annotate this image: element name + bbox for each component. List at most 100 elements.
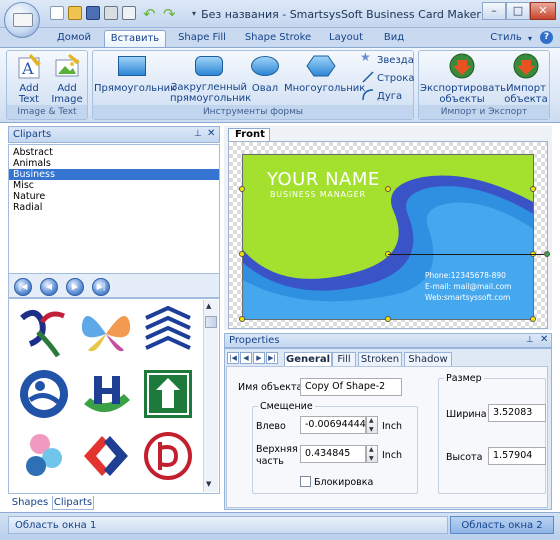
tab-insert[interactable]: Вставить [104,30,166,48]
style-dropdown-icon[interactable]: ▾ [528,34,532,43]
scroll-thumb[interactable] [205,316,217,328]
pin-icon[interactable]: ⊥ [526,335,534,345]
width-field[interactable]: 3.52083 [488,404,546,422]
tab-cliparts[interactable]: Cliparts [52,496,94,510]
tab-layout[interactable]: Layout [322,30,370,48]
lock-checkbox[interactable] [300,476,311,487]
tab-next-icon[interactable]: ▶ [253,352,265,364]
tab-home[interactable]: Домой [50,30,98,48]
export-objects-button[interactable]: Экспортировать объекты [420,52,506,106]
top-spinner[interactable] [366,445,378,463]
line-button[interactable]: Строка [360,71,414,85]
maximize-button[interactable]: □ [506,2,530,20]
previous-page-icon[interactable]: ◀ [40,278,58,296]
style-menu[interactable]: Стиль [486,30,526,48]
selection-handle[interactable] [239,186,245,192]
list-item[interactable]: Radial [9,202,219,213]
clipart-item[interactable] [78,366,134,422]
selection-handle[interactable] [385,316,391,322]
selection-handle[interactable] [239,316,245,322]
list-item[interactable]: Misc [9,180,219,191]
line-icon [362,71,374,83]
height-field[interactable]: 1.57904 [488,447,546,465]
scroll-down-icon[interactable]: ▼ [206,480,216,490]
tab-first-icon[interactable]: |◀ [227,352,239,364]
rectangle-button[interactable]: Прямоугольник [94,52,177,106]
cliparts-panel-header: Cliparts [8,126,220,143]
tab-front[interactable]: Front [228,128,270,141]
selection-handle[interactable] [530,316,536,322]
tab-view[interactable]: Вид [376,30,412,48]
open-folder-icon[interactable] [68,6,82,20]
panel-close-icon[interactable]: ✕ [207,128,215,139]
pin-icon[interactable]: ⊥ [194,129,202,139]
left-spinner[interactable] [366,416,378,434]
first-page-icon[interactable]: |◀ [14,278,32,296]
add-image-button[interactable]: Add Image [48,52,86,106]
import-object-button[interactable]: Импорт объекта [504,52,548,106]
star-button[interactable]: ★ Звезда [360,51,414,67]
print-preview-icon[interactable] [122,6,136,20]
tab-shapes[interactable]: Shapes [10,496,50,510]
clipart-item[interactable] [78,428,134,484]
scroll-up-icon[interactable]: ▲ [206,302,216,312]
card-web-text[interactable]: Web:smartsyssoft.com [425,293,510,302]
clipart-item[interactable] [140,428,196,484]
status-pane-1[interactable]: Область окна 1 [8,516,448,534]
help-icon[interactable]: ? [540,31,553,44]
rectangle-label: Прямоугольник [94,83,177,94]
status-pane-2[interactable]: Область окна 2 [450,516,554,534]
object-name-field[interactable]: Copy Of Shape-2 [300,378,402,396]
list-item[interactable]: Abstract [9,147,219,158]
next-page-icon[interactable]: ▶ [66,278,84,296]
new-file-icon[interactable] [50,6,64,20]
redo-icon[interactable]: ↷ [163,5,176,23]
card-phone-text[interactable]: Phone:12345678-890 [425,271,506,280]
tab-shape-fill[interactable]: Shape Fill [172,30,232,48]
tab-general[interactable]: General [284,352,332,366]
undo-icon[interactable]: ↶ [143,5,156,23]
save-icon[interactable] [86,6,100,20]
close-button[interactable]: ✕ [530,2,556,20]
top-unit: Inch [382,450,403,461]
clipart-item[interactable] [78,304,134,360]
panel-close-icon[interactable]: ✕ [540,334,548,345]
list-item[interactable]: Nature [9,191,219,202]
gallery-scrollbar[interactable]: ▲ ▼ [203,300,218,492]
top-field[interactable]: 0.434845 [300,445,366,463]
oval-button[interactable]: Овал [248,52,282,106]
selection-handle[interactable] [530,186,536,192]
last-page-icon[interactable]: ▶| [92,278,110,296]
rounded-rectangle-button[interactable]: Закругленный прямоугольник [170,52,251,106]
rotation-handle[interactable] [544,251,550,257]
business-card[interactable]: YOUR NAME BUSINESS MANAGER Phone:1234567… [242,154,534,320]
clipart-item[interactable] [140,366,196,422]
minimize-button[interactable]: – [482,2,506,20]
tab-last-icon[interactable]: ▶| [266,352,278,364]
polygon-icon [306,55,336,77]
svg-text:A: A [21,59,34,78]
application-menu-button[interactable] [4,2,40,38]
print-icon[interactable] [104,6,118,20]
add-text-button[interactable]: A Add Text [10,52,48,106]
clipart-item[interactable] [16,304,72,360]
tab-fill[interactable]: Fill [332,352,356,366]
selection-handle[interactable] [239,251,245,257]
card-position-text[interactable]: BUSINESS MANAGER [270,190,366,199]
card-email-text[interactable]: E-mail: mail@mail.com [425,282,511,291]
clipart-item[interactable] [16,366,72,422]
left-field[interactable]: -0.00694444 [300,416,366,434]
category-list[interactable]: Abstract Animals Business Misc Nature Ra… [8,144,220,274]
arc-button[interactable]: Дуга [360,89,414,103]
selection-handle[interactable] [385,186,391,192]
tab-stroken[interactable]: Stroken [358,352,402,366]
tab-prev-icon[interactable]: ◀ [240,352,252,364]
clipart-item[interactable] [16,428,72,484]
clipart-item[interactable] [140,304,196,360]
tab-shape-stroke[interactable]: Shape Stroke [240,30,316,48]
list-item-selected[interactable]: Business [9,169,219,180]
list-item[interactable]: Animals [9,158,219,169]
card-name-text[interactable]: YOUR NAME [267,169,380,190]
polygon-button[interactable]: Многоугольник [284,52,365,106]
tab-shadow[interactable]: Shadow [404,352,452,366]
